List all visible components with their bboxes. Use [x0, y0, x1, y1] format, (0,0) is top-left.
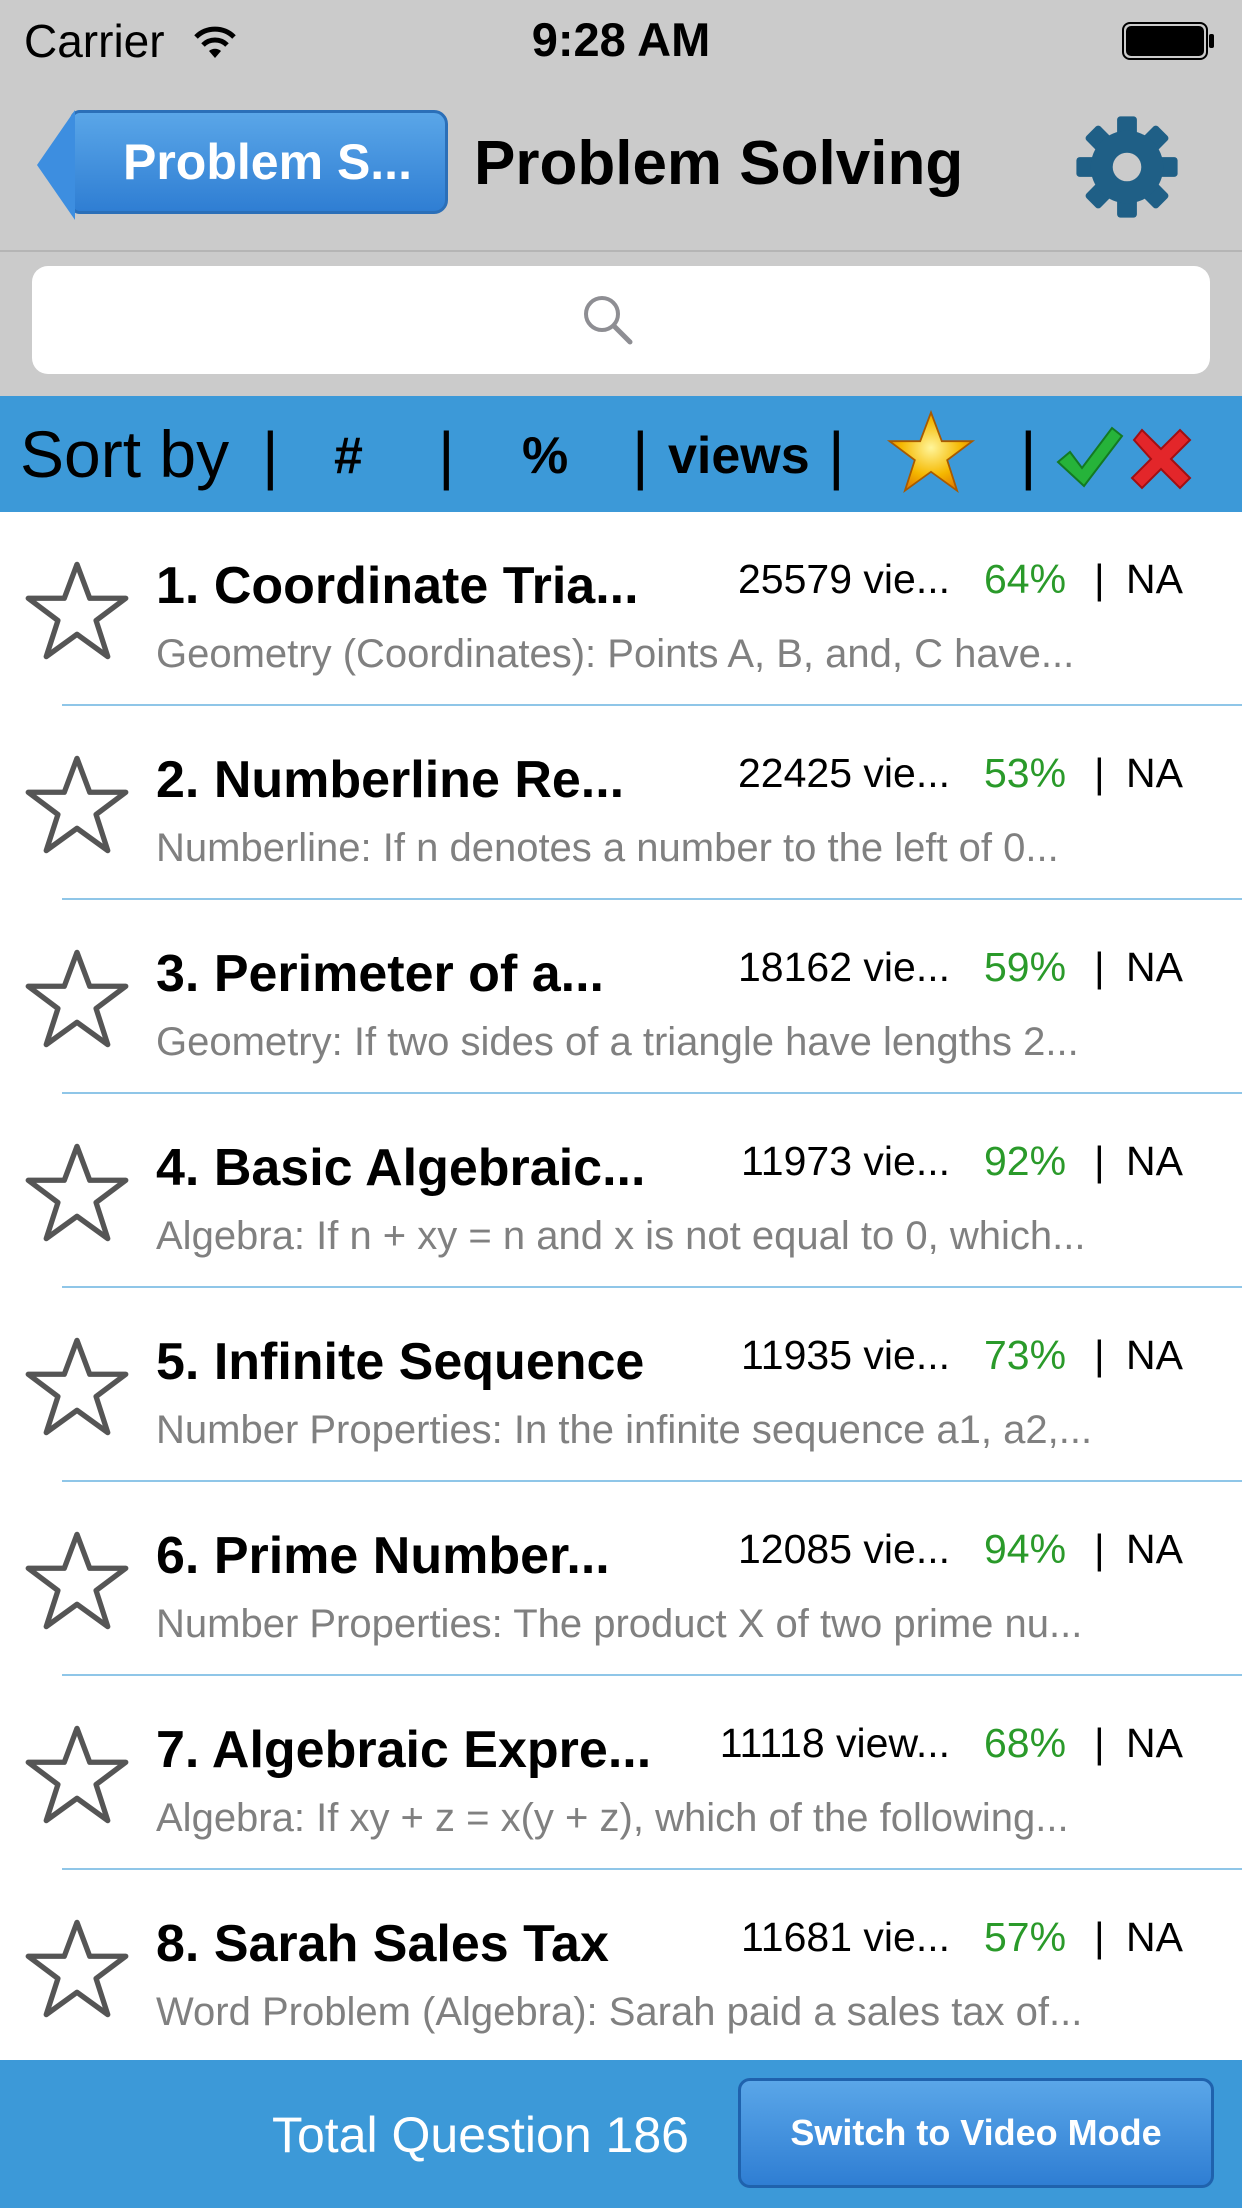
question-row[interactable]: 3. Perimeter of a... 18162 vie... 59% | …	[0, 900, 1242, 1094]
back-arrow-icon	[37, 110, 75, 220]
question-title: 7. Algebraic Expre...	[156, 1721, 652, 1779]
question-views: 11973 vie...	[741, 1138, 950, 1184]
question-row[interactable]: 1. Coordinate Tria... 25579 vie... 64% |…	[0, 512, 1242, 706]
back-button[interactable]: Problem S...	[37, 110, 448, 220]
sort-by-percent-button[interactable]: %	[522, 426, 568, 486]
question-title: 2. Numberline Re...	[156, 751, 625, 809]
sort-divider: |	[438, 419, 455, 491]
question-percent: 92%	[984, 1138, 1067, 1184]
question-row[interactable]: 5. Infinite Sequence 11935 vie... 73% | …	[0, 1288, 1242, 1482]
question-status: NA	[1126, 1332, 1183, 1378]
question-percent: 68%	[984, 1720, 1067, 1766]
question-percent: 73%	[984, 1332, 1067, 1378]
total-question-count: Total Question 186	[272, 2107, 689, 2163]
question-views: 22425 vie...	[738, 750, 950, 796]
question-separator: |	[1094, 944, 1105, 990]
sort-divider: |	[632, 419, 649, 491]
star-outline-icon[interactable]	[24, 560, 130, 662]
question-description: Number Properties: The product X of two …	[156, 1602, 1083, 1646]
sort-by-favorite-star-icon[interactable]	[886, 408, 976, 496]
question-views: 25579 vie...	[738, 556, 950, 602]
page-title: Problem Solving	[474, 129, 964, 198]
status-bar: Carrier 9:28 AM	[0, 0, 1242, 84]
question-views: 12085 vie...	[738, 1526, 950, 1572]
sort-by-number-button[interactable]: #	[334, 426, 363, 486]
cross-icon[interactable]	[1126, 424, 1196, 494]
question-title: 1. Coordinate Tria...	[156, 557, 639, 615]
question-separator: |	[1094, 556, 1105, 602]
question-title: 5. Infinite Sequence	[156, 1333, 645, 1391]
search-area	[0, 252, 1242, 396]
question-percent: 59%	[984, 944, 1067, 990]
question-row[interactable]: 7. Algebraic Expre... 11118 view... 68% …	[0, 1676, 1242, 1870]
question-title: 8. Sarah Sales Tax	[156, 1915, 609, 1973]
question-separator: |	[1094, 750, 1105, 796]
sort-divider: |	[262, 419, 279, 491]
battery-icon	[1122, 22, 1214, 60]
question-percent: 57%	[984, 1914, 1067, 1960]
question-views: 18162 vie...	[738, 944, 950, 990]
question-separator: |	[1094, 1720, 1105, 1766]
question-status: NA	[1126, 1138, 1183, 1184]
star-outline-icon[interactable]	[24, 1336, 130, 1438]
question-status: NA	[1126, 1914, 1183, 1960]
gear-icon[interactable]	[1072, 112, 1182, 222]
star-outline-icon[interactable]	[24, 1142, 130, 1244]
question-row[interactable]: 2. Numberline Re... 22425 vie... 53% | N…	[0, 706, 1242, 900]
question-separator: |	[1094, 1138, 1105, 1184]
question-list: 1. Coordinate Tria... 25579 vie... 64% |…	[0, 512, 1242, 2064]
switch-to-video-mode-button[interactable]: Switch to Video Mode	[738, 2078, 1214, 2188]
question-views: 11935 vie...	[741, 1332, 950, 1378]
question-title: 6. Prime Number...	[156, 1527, 610, 1585]
question-separator: |	[1094, 1914, 1105, 1960]
question-description: Algebra: If n + xy = n and x is not equa…	[156, 1214, 1086, 1258]
star-outline-icon[interactable]	[24, 948, 130, 1050]
question-status: NA	[1126, 1720, 1183, 1766]
question-title: 4. Basic Algebraic...	[156, 1139, 646, 1197]
sort-divider: |	[828, 419, 845, 491]
navigation-bar: Problem S... Problem Solving	[0, 84, 1242, 252]
question-title: 3. Perimeter of a...	[156, 945, 604, 1003]
status-time: 9:28 AM	[531, 13, 711, 66]
star-outline-icon[interactable]	[24, 1918, 130, 2020]
question-percent: 53%	[984, 750, 1067, 796]
question-views: 11681 vie...	[741, 1914, 950, 1960]
question-status: NA	[1126, 556, 1183, 602]
question-separator: |	[1094, 1332, 1105, 1378]
star-outline-icon[interactable]	[24, 754, 130, 856]
checkmark-icon[interactable]	[1054, 424, 1124, 490]
star-outline-icon[interactable]	[24, 1530, 130, 1632]
sort-divider: |	[1020, 419, 1037, 491]
question-status: NA	[1126, 750, 1183, 796]
question-separator: |	[1094, 1526, 1105, 1572]
sort-by-views-button[interactable]: views	[668, 426, 810, 486]
question-views: 11118 view...	[719, 1720, 950, 1766]
question-row[interactable]: 6. Prime Number... 12085 vie... 94% | NA…	[0, 1482, 1242, 1676]
question-description: Geometry (Coordinates): Points A, B, and…	[156, 632, 1075, 676]
question-description: Geometry: If two sides of a triangle hav…	[156, 1020, 1079, 1064]
question-description: Numberline: If n denotes a number to the…	[156, 826, 1059, 870]
search-icon	[584, 296, 633, 345]
question-status: NA	[1126, 944, 1183, 990]
back-button-label: Problem S...	[123, 134, 412, 190]
sort-by-label: Sort by	[20, 417, 230, 491]
question-description: Algebra: If xy + z = x(y + z), which of …	[156, 1796, 1069, 1840]
question-description: Number Properties: In the infinite seque…	[156, 1408, 1093, 1452]
question-status: NA	[1126, 1526, 1183, 1572]
sort-bar: Sort by | # | % | views | |	[0, 396, 1242, 512]
question-row[interactable]: 8. Sarah Sales Tax 11681 vie... 57% | NA…	[0, 1870, 1242, 2064]
star-outline-icon[interactable]	[24, 1724, 130, 1826]
question-row[interactable]: 4. Basic Algebraic... 11973 vie... 92% |…	[0, 1094, 1242, 1288]
footer-bar: Total Question 186 Switch to Video Mode	[0, 2060, 1242, 2208]
question-percent: 64%	[984, 556, 1067, 602]
question-percent: 94%	[984, 1526, 1067, 1572]
question-description: Word Problem (Algebra): Sarah paid a sal…	[156, 1990, 1083, 2034]
